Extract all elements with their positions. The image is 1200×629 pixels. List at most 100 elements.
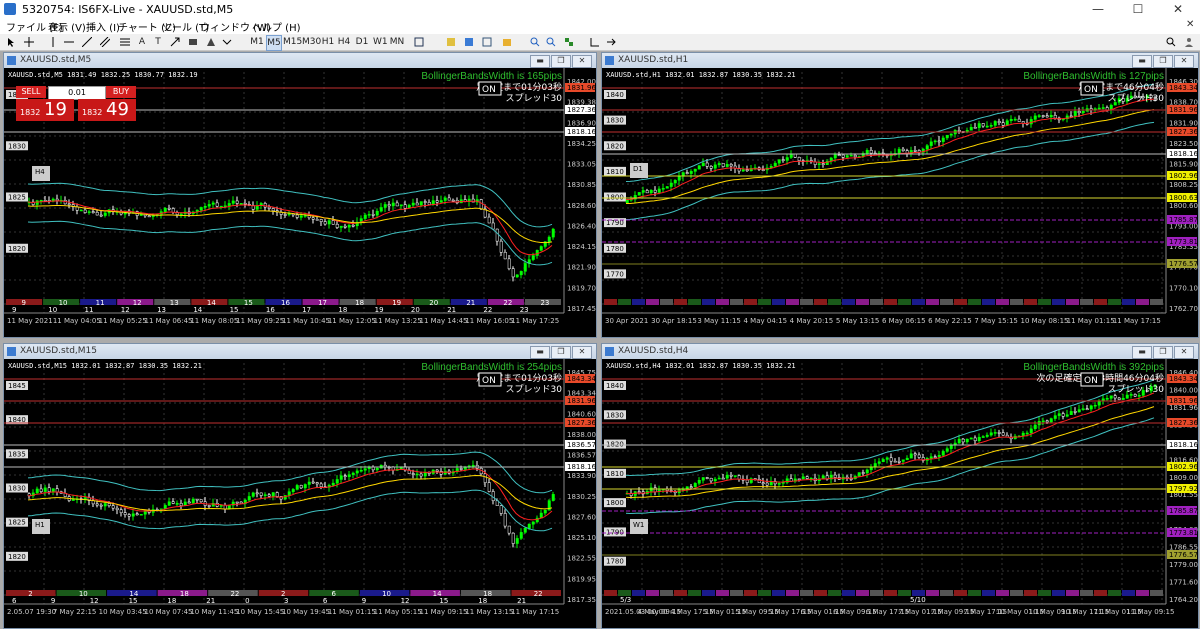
window-restore-button[interactable]: ❐ (1153, 55, 1173, 68)
chart-window-m15[interactable]: XAUUSD.std,M15 ▬ ❐ ✕ 1845.75 1843.34 1840.60… (3, 343, 597, 629)
time-axis-label: 6 May 22:15 (928, 317, 972, 325)
tile-windows-icon[interactable] (564, 37, 574, 47)
candle-body (531, 255, 535, 260)
timeframe-h1[interactable]: H1 (321, 35, 335, 49)
price-axis-label: 1822.55 (567, 555, 596, 563)
window-minimize-button[interactable]: ▬ (530, 55, 550, 68)
price-chart[interactable]: 1846.401840.001831.961827.361824.001816.… (602, 359, 1198, 628)
search-icon[interactable] (1166, 37, 1176, 47)
lot-size-input[interactable]: 0.01 (48, 86, 106, 100)
candle-body (841, 154, 845, 158)
menu-close-icon[interactable]: ✕ (1186, 19, 1194, 30)
window-restore-button[interactable]: ❐ (551, 55, 571, 68)
price-chart[interactable]: 1846.30 1838.70 1831.90 1823.50 1815.90 1808.… (602, 68, 1198, 337)
window-minimize-button[interactable]: ▬ (1132, 346, 1152, 359)
time-axis-label: 11 May 06:45 (145, 317, 193, 325)
left-price-label: 1800 (606, 499, 624, 507)
chart-window-icon[interactable] (414, 37, 424, 47)
timeframe-m5[interactable]: M5 (266, 35, 282, 51)
menu-view[interactable]: 表示 (V) (48, 19, 86, 34)
chart-window-h4[interactable]: XAUUSD.std,H4 ▬ ❐ ✕ 1846.40 1840.00 1831.96 1… (601, 343, 1199, 629)
chart-window-h1[interactable]: XAUUSD.std,H1 ▬ ❐ ✕ 1846.30 1838.70 1831.90 1… (601, 52, 1199, 338)
window-restore-button[interactable]: ❐ (551, 346, 571, 359)
timeframe-mn[interactable]: MN (389, 35, 405, 49)
timeframe-h4[interactable]: H4 (337, 35, 351, 49)
candle-body (331, 220, 335, 225)
triangle-icon[interactable] (206, 37, 216, 47)
candle-body (1041, 420, 1045, 423)
profiles-icon[interactable] (502, 37, 512, 47)
template-icon[interactable] (482, 37, 492, 47)
user-icon[interactable] (1184, 37, 1194, 47)
session-strip-cell (954, 590, 967, 596)
candle-body (1009, 119, 1013, 121)
rectangle-icon[interactable] (188, 37, 198, 47)
timeframe-m15[interactable]: M15 (283, 35, 302, 49)
candle-body (287, 213, 291, 216)
buy-button[interactable]: 1832 49 (78, 99, 136, 121)
crosshair-icon[interactable] (24, 37, 34, 47)
window-title-text: XAUUSD.std,H1 (618, 55, 689, 65)
price-chart[interactable]: 1845.75 1843.34 1840.60 1838.00 1836.57 1833.… (4, 359, 596, 628)
chart-shift-icon[interactable] (606, 37, 616, 47)
close-button[interactable]: ✕ (1160, 0, 1196, 18)
timeframe-indicator-label: H4 (35, 168, 45, 176)
timeframe-d1[interactable]: D1 (355, 35, 369, 49)
level-price-label: 1773.81 (1169, 238, 1198, 246)
moving-average-slow (625, 406, 1155, 498)
sell-button[interactable]: 1832 19 (16, 99, 74, 121)
window-close-button[interactable]: ✕ (572, 55, 592, 68)
indicator-icon[interactable] (464, 37, 474, 47)
candle-body (729, 474, 733, 477)
candle-body (323, 221, 327, 225)
fibonacci-icon[interactable] (120, 37, 130, 47)
menu-insert[interactable]: 挿入 (I) (86, 19, 120, 34)
candle-body (395, 202, 399, 207)
color-template-icon[interactable] (446, 37, 456, 47)
channel-icon[interactable] (100, 37, 110, 47)
candle-body (949, 444, 953, 449)
session-strip-label: 23 (540, 299, 549, 307)
window-minimize-button[interactable]: ▬ (530, 346, 550, 359)
window-restore-button[interactable]: ❐ (1153, 346, 1173, 359)
session-strip-label: 9 (22, 299, 26, 307)
text-label-button[interactable]: T (153, 35, 163, 49)
session-strip-cell (954, 299, 967, 305)
menu-help[interactable]: ヘルプ (H) (252, 19, 301, 34)
candle-body (697, 479, 701, 484)
candle-body (981, 436, 985, 438)
price-axis-label: 1830.85 (567, 181, 596, 189)
buy-label[interactable]: BUY (106, 86, 136, 98)
maximize-button[interactable]: ☐ (1120, 0, 1156, 18)
window-close-button[interactable]: ✕ (572, 346, 592, 359)
sell-label[interactable]: SELL (16, 86, 46, 98)
window-close-button[interactable]: ✕ (1174, 55, 1194, 68)
level-price-label: 1785.87 (1169, 216, 1198, 224)
candle-body (127, 514, 131, 517)
candle-body (339, 475, 343, 480)
candle-body (861, 472, 865, 474)
timeframe-m1[interactable]: M1 (250, 35, 264, 49)
candle-body (929, 456, 933, 459)
timeframe-m30[interactable]: M30 (302, 35, 321, 49)
chart-window-m5[interactable]: XAUUSD.std,M5 ▬ ❐ ✕ 1842.00 1839.38 1836.90 1… (3, 52, 597, 338)
zoom-in-icon[interactable] (530, 37, 540, 47)
trendline-icon[interactable] (82, 37, 92, 47)
shapes-dropdown-icon[interactable] (222, 37, 232, 47)
auto-scroll-icon[interactable] (590, 37, 600, 47)
cursor-icon[interactable] (6, 37, 16, 47)
minimize-button[interactable]: — (1080, 0, 1116, 18)
candle-body (255, 205, 259, 210)
text-tool-button[interactable]: A (137, 35, 147, 49)
zoom-out-icon[interactable] (546, 37, 556, 47)
vertical-line-icon[interactable] (48, 37, 58, 47)
timeframe-w1[interactable]: W1 (373, 35, 388, 49)
session-strip-cell (702, 590, 715, 596)
horizontal-line-icon[interactable] (64, 37, 74, 47)
window-minimize-button[interactable]: ▬ (1132, 55, 1152, 68)
session-strip-cell (828, 590, 841, 596)
arrow-tool-icon[interactable] (170, 37, 180, 47)
on-toggle-label: ON (482, 376, 496, 386)
candle-body (319, 483, 323, 488)
window-close-button[interactable]: ✕ (1174, 346, 1194, 359)
